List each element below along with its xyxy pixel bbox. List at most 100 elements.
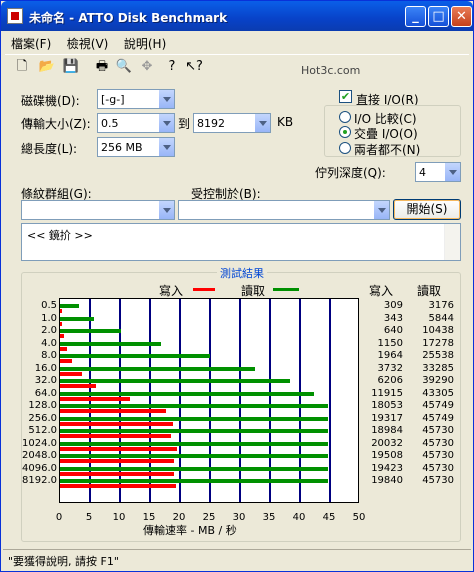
x-tick-label: 10 — [112, 512, 126, 523]
write-bar — [60, 384, 97, 388]
description-textarea[interactable]: << 鏡扴 >> — [21, 223, 461, 261]
y-tick-label: 8192.0 — [22, 475, 57, 486]
write-bar — [60, 309, 62, 313]
read-value: 45730 — [422, 475, 454, 486]
io-compare-radio[interactable] — [339, 111, 351, 123]
to-label: 到 — [178, 117, 191, 131]
menu-help[interactable]: 說明(H) — [118, 32, 172, 55]
y-tick-label: 4.0 — [41, 337, 57, 349]
write-value: 11915 — [371, 387, 403, 399]
scrollbar[interactable] — [444, 224, 460, 260]
read-value: 45730 — [422, 450, 454, 461]
chevron-down-icon[interactable] — [158, 90, 174, 108]
read-bar — [60, 429, 328, 433]
total-length-select[interactable]: 256 MB — [97, 137, 175, 157]
write-bar — [60, 471, 174, 476]
grid-line — [179, 299, 181, 502]
chevron-down-icon[interactable] — [158, 114, 174, 132]
app-icon[interactable] — [7, 8, 23, 24]
col-write-header: 寫入 — [369, 284, 394, 298]
x-axis-title: 傳輸速率 - MB / 秒 — [143, 524, 237, 537]
chevron-down-icon[interactable] — [254, 114, 270, 132]
start-button[interactable]: 開始(S) — [393, 199, 461, 220]
legend-read-swatch — [273, 288, 299, 291]
new-file-icon[interactable]: 🗋 — [13, 58, 31, 76]
write-value: 18053 — [371, 400, 403, 411]
overlap-io-radio[interactable] — [339, 126, 351, 138]
chevron-down-icon[interactable] — [158, 201, 174, 219]
write-bar — [60, 446, 178, 451]
legend-read-label: 讀取 — [241, 284, 266, 298]
x-tick-label: 45 — [322, 512, 336, 523]
close-button[interactable]: ✕ — [451, 6, 472, 27]
controlled-by-select[interactable] — [178, 200, 390, 220]
read-bar — [60, 329, 122, 333]
drive-label: 磁碟機(D): — [21, 94, 80, 108]
y-tick-label: 64.0 — [34, 387, 57, 399]
write-value: 18984 — [371, 425, 403, 436]
total-length-value: 256 MB — [101, 141, 143, 154]
write-bar — [60, 409, 166, 413]
help-icon[interactable]: ? — [163, 58, 181, 76]
kb-label: KB — [277, 115, 294, 129]
write-bar — [60, 396, 130, 401]
maximize-button[interactable]: □ — [428, 6, 449, 27]
read-bar — [60, 354, 210, 358]
read-bar — [60, 391, 314, 396]
chevron-down-icon[interactable] — [444, 163, 460, 181]
read-bar — [60, 479, 328, 483]
grid-line — [269, 299, 271, 502]
status-text: "要獲得說明, 請按 F1" — [8, 555, 119, 568]
write-bar — [60, 459, 175, 463]
read-bar — [60, 441, 328, 446]
menu-view[interactable]: 檢視(V) — [61, 32, 115, 55]
stripe-group-select[interactable] — [21, 200, 175, 220]
read-bar — [60, 366, 256, 371]
print-icon[interactable]: 🖶 — [93, 58, 111, 76]
read-value: 3176 — [428, 300, 454, 311]
save-icon[interactable]: 💾 — [62, 58, 80, 76]
y-tick-label: 8.0 — [41, 350, 57, 361]
read-bar — [60, 304, 79, 308]
write-value: 19423 — [371, 462, 403, 474]
write-value: 20032 — [371, 437, 403, 449]
move-icon[interactable]: ✥ — [138, 58, 156, 76]
y-tick-label: 1.0 — [41, 312, 57, 324]
print-preview-icon[interactable]: 🔍 — [115, 58, 133, 76]
read-value: 17278 — [422, 337, 454, 349]
y-tick-label: 512.0 — [28, 425, 57, 436]
open-folder-icon[interactable]: 📂 — [38, 58, 56, 76]
chevron-down-icon[interactable] — [158, 138, 174, 156]
drive-select[interactable]: [-g-] — [97, 89, 175, 109]
write-value: 19840 — [371, 475, 403, 486]
overlap-io-label: 交疊 I/O(O) — [354, 127, 418, 141]
queue-depth-select[interactable]: 4 — [415, 162, 461, 182]
read-bar — [60, 379, 291, 383]
y-tick-label: 1024.0 — [22, 437, 57, 449]
read-value: 33285 — [422, 362, 454, 374]
transfer-to-select[interactable]: 8192 — [193, 113, 271, 133]
transfer-from-value: 0.5 — [101, 117, 119, 130]
direct-io-checkbox[interactable]: ✔ — [339, 90, 352, 103]
title-bar[interactable]: 未命名 - ATTO Disk Benchmark _ □ ✕ — [1, 1, 473, 31]
y-tick-label: 128.0 — [28, 400, 57, 411]
watermark: Hot3c.com — [301, 64, 361, 77]
read-bar — [60, 341, 162, 346]
neither-radio[interactable] — [339, 142, 351, 154]
minimize-button[interactable]: _ — [405, 6, 426, 27]
transfer-from-select[interactable]: 0.5 — [97, 113, 175, 133]
read-bar — [60, 404, 329, 408]
drive-value: [-g-] — [101, 93, 125, 106]
menu-file[interactable]: 檔案(F) — [5, 32, 57, 55]
write-bar — [60, 334, 64, 338]
read-value: 45730 — [422, 437, 454, 449]
read-value: 45749 — [422, 400, 454, 411]
chart-plot-area — [59, 298, 359, 503]
write-value: 19508 — [371, 450, 403, 461]
context-help-icon[interactable]: ↖? — [185, 58, 203, 76]
chevron-down-icon[interactable] — [373, 201, 389, 219]
write-value: 343 — [383, 312, 403, 324]
legend-write-swatch — [193, 288, 215, 291]
col-read-header: 讀取 — [417, 284, 442, 298]
y-tick-label: 256.0 — [28, 412, 57, 424]
